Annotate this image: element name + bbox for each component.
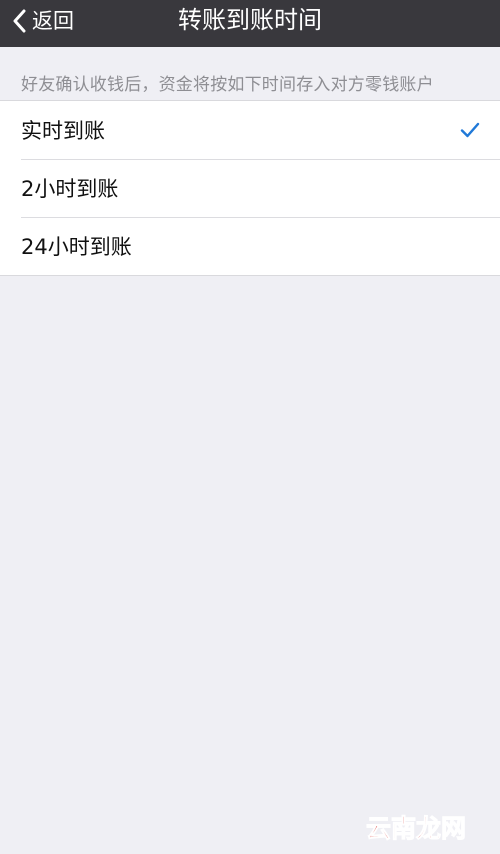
back-button[interactable]: 返回 — [12, 0, 74, 42]
chevron-left-icon — [12, 9, 26, 33]
option-label: 实时到账 — [21, 119, 105, 143]
option-24-hours[interactable]: 24小时到账 — [0, 217, 500, 275]
option-label: 24小时到账 — [21, 235, 132, 259]
navigation-bar: 返回 转账到账时间 — [0, 0, 500, 47]
option-label: 2小时到账 — [21, 177, 119, 201]
arrival-time-options: 实时到账 2小时到账 24小时到账 — [0, 100, 500, 276]
checkmark-icon — [460, 122, 480, 138]
option-2-hours[interactable]: 2小时到账 — [0, 159, 500, 217]
svg-text:云南龙网: 云南龙网 — [366, 814, 466, 842]
watermark-logo: 云南龙网 — [366, 812, 466, 843]
back-label: 返回 — [32, 9, 74, 33]
page-title: 转账到账时间 — [178, 6, 322, 34]
option-realtime[interactable]: 实时到账 — [0, 101, 500, 159]
hint-text: 好友确认收钱后，资金将按如下时间存入对方零钱账户 — [21, 75, 434, 95]
